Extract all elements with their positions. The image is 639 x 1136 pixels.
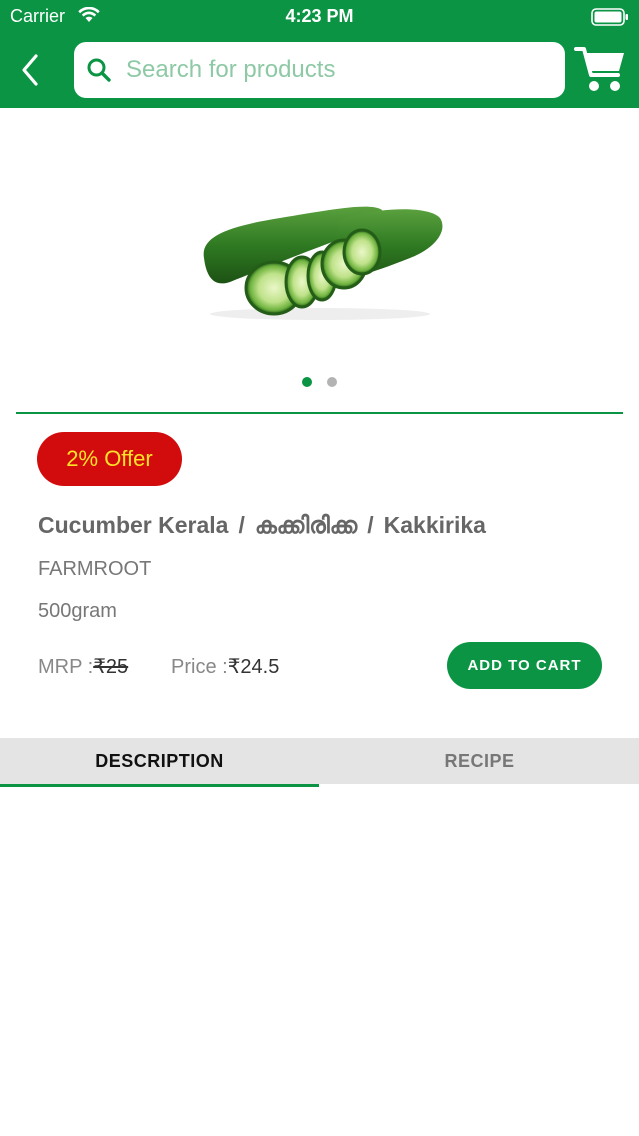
name-separator: / [367,512,374,538]
cart-button[interactable] [574,44,628,96]
cart-icon [574,47,624,91]
clock: 4:23 PM [285,6,354,26]
page-dot[interactable] [327,377,337,387]
search-bar[interactable] [74,42,565,98]
offer-badge: 2% Offer [37,432,182,486]
back-chevron-icon [22,54,38,86]
tab-recipe[interactable]: RECIPE [320,738,639,784]
active-tab-indicator [0,784,319,787]
cucumber-image[interactable] [190,196,450,326]
divider [16,412,623,414]
status-bar: Carrier 4:23 PM [0,0,639,34]
battery-icon [591,8,629,31]
add-to-cart-button[interactable]: ADD TO CART [447,642,602,689]
name-separator: / [238,512,245,538]
back-button[interactable] [14,50,50,90]
brand-label: FARMROOT [38,558,152,580]
weight-label: 500gram [38,600,117,622]
price: Price :₹24.5 [171,654,279,679]
search-input[interactable] [126,50,546,90]
search-icon [86,57,112,88]
tab-description[interactable]: DESCRIPTION [0,738,319,784]
price-value: ₹24.5 [227,656,280,678]
product-title: Cucumber Kerala / കക്കിരിക്ക / Kakkirika [38,512,486,539]
top-nav-bar [0,34,639,108]
page-dot-active[interactable] [302,377,312,387]
product-name-malayalam: കക്കിരിക്ക [254,512,358,538]
product-name-english: Cucumber Kerala [38,512,229,538]
product-name-transliteration: Kakkirika [383,512,486,538]
detail-tabs: DESCRIPTION RECIPE [0,738,639,784]
price-label: Price : [171,656,228,678]
mrp-label: MRP : [38,656,94,678]
mrp: MRP :₹25 [38,654,128,679]
mrp-value: ₹25 [93,656,129,678]
